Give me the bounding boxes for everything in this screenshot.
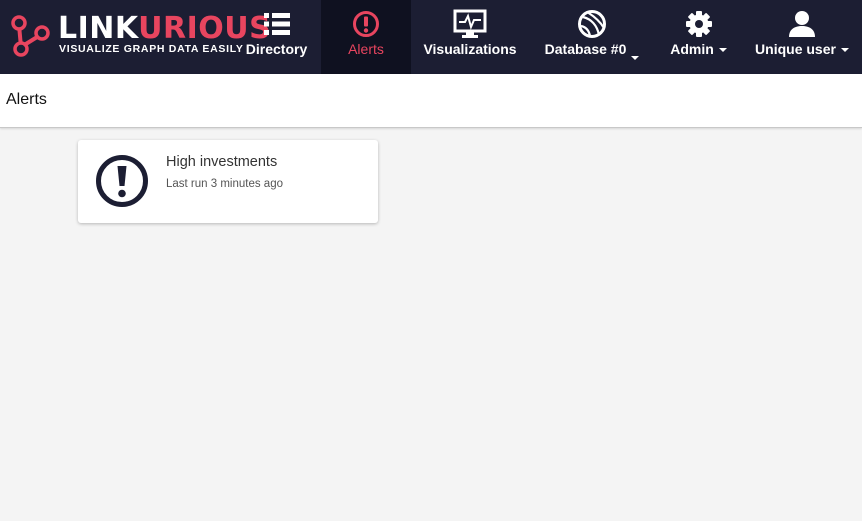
chevron-down-icon [631,56,640,60]
top-navbar: LINKURIOUS VISUALIZE GRAPH DATA EASILY D… [0,0,862,74]
logo-tagline: VISUALIZE GRAPH DATA EASILY [59,43,244,55]
logo-mark-icon [11,15,50,57]
gear-icon [685,11,712,37]
nav-admin-label: Admin [670,41,714,57]
user-icon [789,11,815,37]
linkurious-logo[interactable]: LINKURIOUS VISUALIZE GRAPH DATA EASILY [8,10,271,58]
nav-user[interactable]: Unique user [742,0,862,74]
page-title: Alerts [6,91,47,108]
nav-directory[interactable]: Directory [232,0,321,74]
alert-title: High investments [166,154,278,170]
logo-wordmark-part1: LINK [58,11,139,46]
list-icon [263,13,290,35]
alert-last-run: Last run 3 minutes ago [166,178,283,190]
chevron-down-icon [718,48,727,53]
nav-directory-label: Directory [245,41,308,57]
chevron-down-icon [840,48,849,53]
page-header: Alerts [0,74,862,128]
nav-alerts-label: Alerts [348,41,384,57]
nav-database[interactable]: Database #0 [529,0,655,74]
globe-icon [578,10,606,38]
nav-visualizations[interactable]: Visualizations [411,0,529,74]
nav-admin[interactable]: Admin [655,0,742,74]
monitor-icon [453,9,487,38]
alert-card[interactable]: High investments Last run 3 minutes ago [78,140,378,223]
exclamation-circle-icon [96,155,148,207]
nav-visualizations-label: Visualizations [423,41,517,57]
nav-user-label: Unique user [755,41,836,57]
nav-database-label: Database #0 [544,41,627,57]
alert-icon [353,11,379,37]
nav-alerts[interactable]: Alerts [321,0,411,74]
